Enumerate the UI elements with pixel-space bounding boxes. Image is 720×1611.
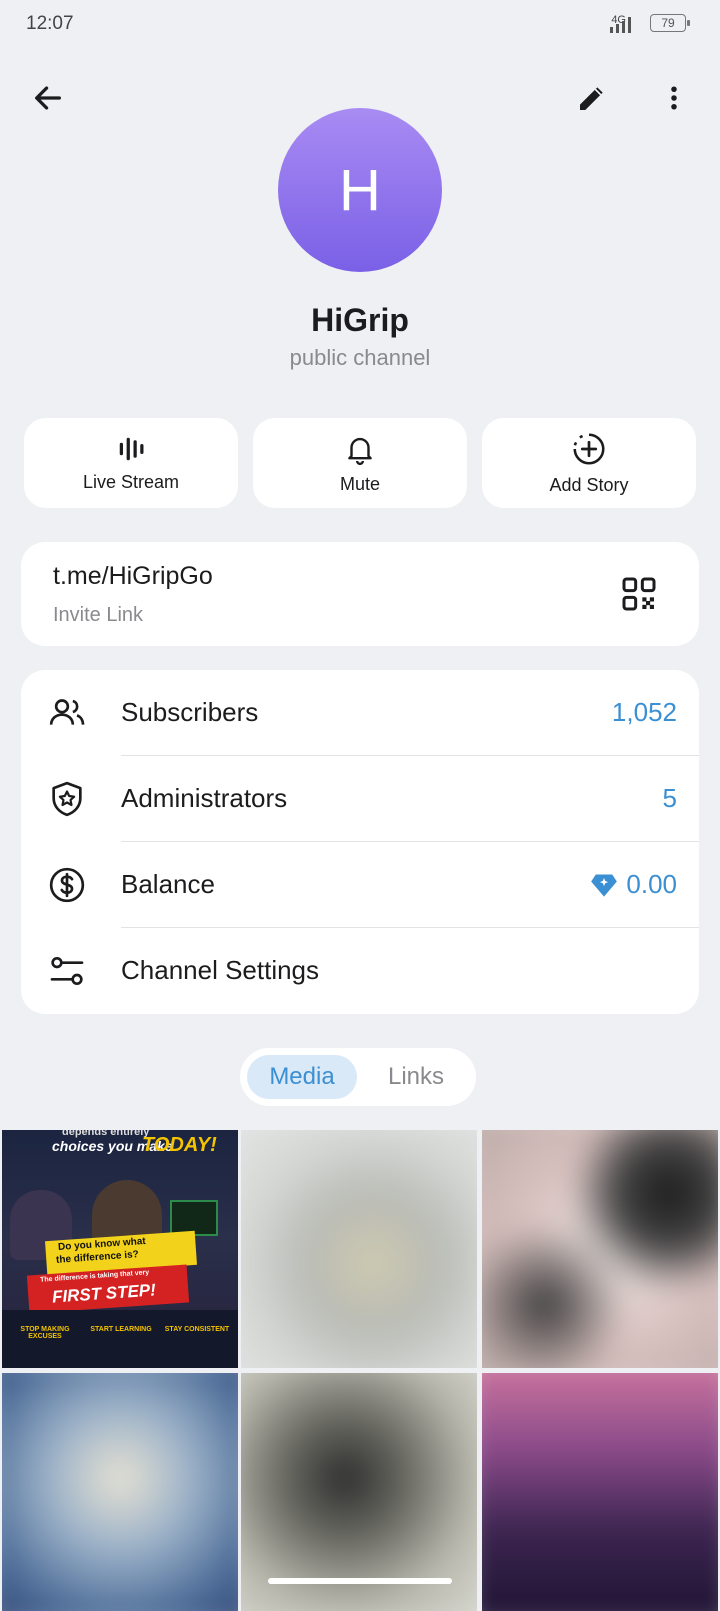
poster-text: STAY CONSISTENT <box>164 1326 230 1333</box>
administrators-label: Administrators <box>121 783 288 813</box>
people-icon <box>49 699 85 725</box>
mute-button[interactable]: Mute <box>253 418 467 508</box>
media-thumbnail[interactable] <box>241 1373 477 1611</box>
administrators-row[interactable]: Administrators 5 <box>21 756 699 842</box>
tab-media[interactable]: Media <box>247 1055 357 1099</box>
signal-icon <box>610 17 631 33</box>
media-thumbnail[interactable]: depends entirely choices you make TODAY!… <box>2 1130 238 1368</box>
dollar-icon <box>49 867 85 903</box>
add-story-button[interactable]: Add Story <box>482 418 696 508</box>
balance-value-group: 0.00 <box>590 869 677 900</box>
bell-icon <box>348 437 372 465</box>
administrators-count: 5 <box>662 783 677 813</box>
live-stream-button[interactable]: Live Stream <box>24 418 238 508</box>
avatar-letter: H <box>339 157 381 223</box>
live-stream-icon <box>119 437 144 460</box>
invite-link[interactable]: t.me/HiGripGo <box>53 562 213 591</box>
add-story-label: Add Story <box>549 474 629 495</box>
mute-label: Mute <box>339 473 381 494</box>
subscribers-count: 1,052 <box>611 697 677 727</box>
status-bar: 12:07 4G 79 <box>0 0 720 50</box>
invite-link-card[interactable]: t.me/HiGripGo Invite Link <box>21 542 699 646</box>
edit-button[interactable] <box>566 72 618 124</box>
tab-links[interactable]: Links <box>364 1055 468 1099</box>
back-button[interactable] <box>22 72 74 124</box>
balance-row[interactable]: Balance 0.00 <box>21 842 699 928</box>
diamond-icon <box>591 874 618 897</box>
channel-settings-row[interactable]: Channel Settings <box>21 928 699 1014</box>
home-indicator <box>268 1578 452 1584</box>
poster-text: TODAY! <box>142 1134 217 1156</box>
pencil-icon <box>580 87 603 110</box>
balance-label: Balance <box>121 869 215 899</box>
media-thumbnail[interactable] <box>482 1130 718 1368</box>
channel-settings-label: Channel Settings <box>121 955 320 985</box>
avatar[interactable]: H <box>278 108 442 272</box>
sliders-icon <box>50 957 84 985</box>
channel-subtitle: public channel <box>289 345 431 370</box>
invite-link-caption: Invite Link <box>53 604 144 626</box>
battery-icon: 79 <box>650 14 690 32</box>
shield-star-icon <box>52 781 82 817</box>
media-thumbnail[interactable] <box>482 1373 718 1611</box>
poster-text: depends entirely <box>62 1130 150 1138</box>
poster-text: START LEARNING <box>90 1326 152 1333</box>
more-vert-icon <box>671 86 677 110</box>
channel-info-card: Subscribers 1,052 Administrators 5 Balan… <box>21 670 699 1014</box>
add-story-icon <box>573 432 605 464</box>
media-tabs: Media Links <box>240 1048 476 1106</box>
status-time: 12:07 <box>26 13 74 34</box>
balance-value: 0.00 <box>626 869 677 899</box>
subscribers-row[interactable]: Subscribers 1,052 <box>21 670 699 756</box>
media-thumbnail[interactable] <box>2 1373 238 1611</box>
qr-code-icon[interactable] <box>619 574 659 614</box>
arrow-left-icon <box>35 86 61 110</box>
subscribers-label: Subscribers <box>121 697 259 727</box>
channel-name: HiGrip <box>311 302 409 338</box>
media-thumbnail[interactable] <box>241 1130 477 1368</box>
more-button[interactable] <box>648 72 700 124</box>
live-stream-label: Live Stream <box>82 471 180 492</box>
poster-text: STOP MAKING EXCUSES <box>20 1326 70 1340</box>
